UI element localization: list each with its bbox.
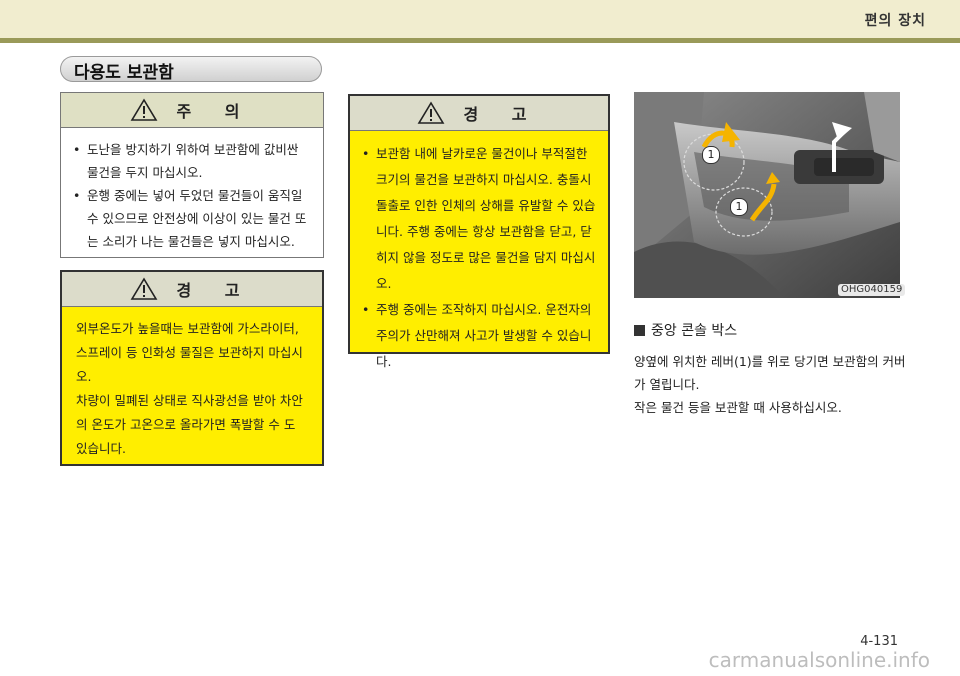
warning-box-center: 경 고 보관함 내에 날카로운 물건이나 부적절한 크기의 물건을 보관하지 마… xyxy=(348,94,610,369)
caution-title: 주 의 xyxy=(176,102,254,121)
section-title-pill: 다용도 보관함 xyxy=(60,56,322,83)
photo-code: OHG040159 xyxy=(838,284,906,296)
warning-paragraph: 차량이 밀폐된 상태로 직사광선을 받아 차안의 온도가 고온으로 올라가면 폭… xyxy=(76,393,303,456)
right-body: 양옆에 위치한 레버(1)를 위로 당기면 보관함의 커버가 열립니다. 작은 … xyxy=(634,350,906,419)
warning-header: 경 고 xyxy=(62,272,322,307)
warning-item: 주행 중에는 조작하지 마십시오. 운전자의 주의가 산만해져 사고가 발생할 … xyxy=(362,297,596,375)
page-number: 4-131 xyxy=(860,634,898,649)
warning-paragraph: 외부온도가 높을때는 보관함에 가스라이터, 스프레이 등 인화성 물질은 보관… xyxy=(76,321,303,384)
warning-triangle-icon xyxy=(131,98,158,121)
square-bullet-icon xyxy=(634,324,645,336)
warning-box-left: 경 고 외부온도가 높을때는 보관함에 가스라이터, 스프레이 등 인화성 물질… xyxy=(60,270,324,466)
caution-item: 운행 중에는 넣어 두었던 물건들이 움직일 수 있으므로 안전상에 이상이 있… xyxy=(73,184,311,253)
watermark: carmanualsonline.info xyxy=(708,648,930,672)
warning-title: 경 고 xyxy=(176,281,254,300)
marker-1: 1 xyxy=(730,198,748,216)
warning-header: 경 고 xyxy=(350,96,608,131)
right-section-title: 중앙 콘솔 박스 xyxy=(651,323,738,339)
caution-box: 주 의 도난을 방지하기 위하여 보관함에 값비싼 물건을 두지 마십시오. 운… xyxy=(60,92,324,258)
warning-item: 보관함 내에 날카로운 물건이나 부적절한 크기의 물건을 보관하지 마십시오.… xyxy=(362,141,596,297)
caution-item: 도난을 방지하기 위하여 보관함에 값비싼 물건을 두지 마십시오. xyxy=(73,138,311,184)
header-rule xyxy=(0,38,960,43)
header-band xyxy=(0,0,960,38)
right-section-heading: 중앙 콘솔 박스 xyxy=(634,320,737,340)
console-photo xyxy=(634,92,900,298)
warning-triangle-icon xyxy=(131,277,158,300)
marker-1: 1 xyxy=(702,146,720,164)
section-title: 다용도 보관함 xyxy=(74,63,174,83)
chapter-title: 편의 장치 xyxy=(864,13,926,29)
caution-header: 주 의 xyxy=(61,93,323,128)
warning-title: 경 고 xyxy=(463,105,541,124)
right-paragraph: 양옆에 위치한 레버(1)를 위로 당기면 보관함의 커버가 열립니다. xyxy=(634,354,906,392)
right-paragraph: 작은 물건 등을 보관할 때 사용하십시오. xyxy=(634,400,842,415)
warning-triangle-icon xyxy=(418,101,445,124)
